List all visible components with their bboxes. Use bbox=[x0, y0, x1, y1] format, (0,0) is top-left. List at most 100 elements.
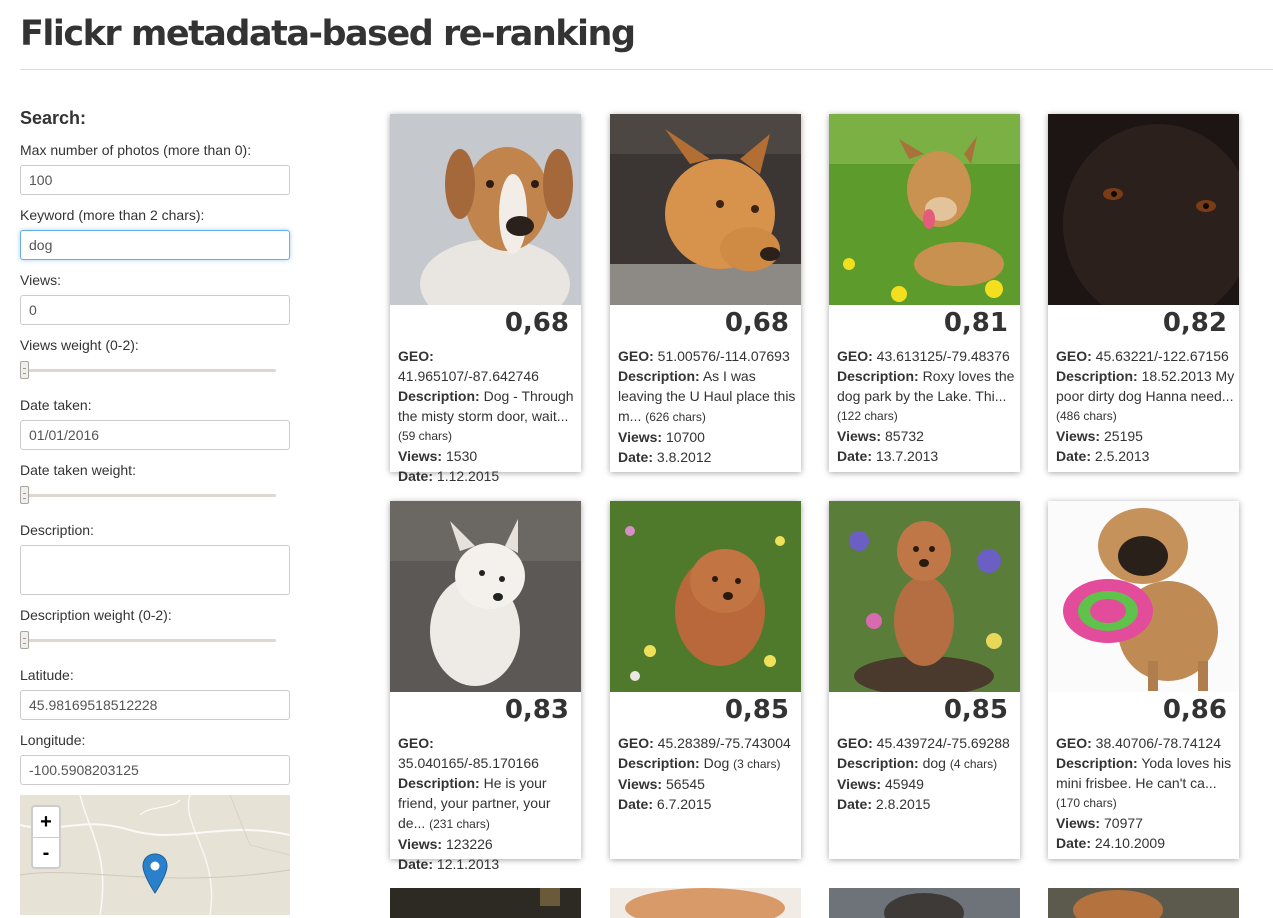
date-weight-slider[interactable] bbox=[20, 486, 276, 506]
description-textarea[interactable] bbox=[20, 545, 290, 595]
map-marker-icon[interactable] bbox=[142, 853, 168, 895]
date-taken-label: Date taken: bbox=[20, 397, 92, 413]
max-photos-label: Max number of photos (more than 0): bbox=[20, 142, 252, 158]
location-map[interactable]: + - bbox=[20, 795, 290, 915]
score: 0,85 bbox=[724, 695, 789, 725]
views-value: 85732 bbox=[885, 428, 924, 444]
dog-photo-partial bbox=[390, 888, 581, 918]
latitude-label: Latitude: bbox=[20, 667, 74, 683]
search-heading: Search: bbox=[20, 108, 87, 128]
white-terrier-photo bbox=[390, 501, 581, 692]
score: 0,83 bbox=[504, 695, 569, 725]
result-card[interactable]: 0,68 GEO: 51.00576/-114.07693 Descriptio… bbox=[610, 114, 801, 472]
longitude-input[interactable]: -100.5908203125 bbox=[20, 755, 290, 785]
result-card-peek[interactable] bbox=[1048, 888, 1239, 918]
card-info: GEO: 45.439724/-75.69288 Description: do… bbox=[837, 735, 1010, 812]
result-card[interactable]: 0,82 GEO: 45.63221/-122.67156 Descriptio… bbox=[1048, 114, 1239, 472]
card-info: GEO: 38.40706/-78.74124 Description: Yod… bbox=[1056, 733, 1236, 853]
zoom-out-button[interactable]: - bbox=[33, 838, 59, 868]
card-info: GEO: 51.00576/-114.07693 Description: As… bbox=[618, 348, 796, 465]
char-count: (626 chars) bbox=[645, 410, 706, 424]
views-value: 10700 bbox=[666, 429, 705, 445]
date-value: 2.5.2013 bbox=[1094, 448, 1150, 464]
views-value: 1530 bbox=[446, 448, 478, 464]
slider-track bbox=[20, 369, 276, 372]
date-weight-label: Date taken weight: bbox=[20, 462, 136, 478]
geo-value: 41.965107/-87.642746 bbox=[398, 368, 539, 384]
char-count: (59 chars) bbox=[398, 429, 453, 443]
result-card[interactable]: 0,68 GEO: 41.965107/-87.642746 Descripti… bbox=[390, 114, 581, 484]
result-card[interactable]: 0,85 GEO: 45.439724/-75.69288 Descriptio… bbox=[829, 501, 1020, 859]
views-input[interactable]: 0 bbox=[20, 295, 290, 325]
geo-value: 45.439724/-75.69288 bbox=[876, 735, 1010, 751]
char-count: (4 chars) bbox=[949, 757, 998, 771]
date-taken-input[interactable]: 01/01/2016 bbox=[20, 420, 290, 450]
result-card[interactable]: 0,83 GEO: 35.040165/-85.170166 Descripti… bbox=[390, 501, 581, 872]
keyword-label: Keyword (more than 2 chars): bbox=[20, 207, 205, 223]
result-card-peek[interactable] bbox=[390, 888, 581, 918]
views-value: 56545 bbox=[666, 776, 705, 792]
zoom-in-button[interactable]: + bbox=[33, 807, 59, 838]
max-photos-input[interactable]: 100 bbox=[20, 165, 290, 195]
date-value: 3.8.2012 bbox=[656, 449, 712, 465]
result-card[interactable]: 0,81 GEO: 43.613125/-79.48376 Descriptio… bbox=[829, 114, 1020, 472]
char-count: (486 chars) bbox=[1056, 409, 1117, 423]
latitude-input[interactable]: 45.98169518512228 bbox=[20, 690, 290, 720]
description-value: dog bbox=[922, 755, 946, 771]
views-value: 45949 bbox=[885, 776, 924, 792]
date-value: 2.8.2015 bbox=[875, 796, 931, 812]
result-card[interactable]: 0,85 GEO: 45.28389/-75.743004 Descriptio… bbox=[610, 501, 801, 859]
poodle-standing-photo bbox=[829, 501, 1020, 692]
views-value: 123226 bbox=[446, 836, 493, 852]
result-card[interactable]: 0,86 GEO: 38.40706/-78.74124 Description… bbox=[1048, 501, 1239, 859]
views-weight-slider[interactable] bbox=[20, 361, 276, 381]
slider-thumb[interactable] bbox=[20, 486, 29, 504]
score: 0,68 bbox=[724, 308, 789, 338]
slider-thumb[interactable] bbox=[20, 631, 29, 649]
black-dog-photo bbox=[1048, 114, 1239, 305]
card-info: GEO: 45.63221/-122.67156 Description: 18… bbox=[1056, 348, 1235, 464]
poodle-in-flowers-photo bbox=[610, 501, 801, 692]
longitude-label: Longitude: bbox=[20, 732, 86, 748]
pug-frisbee-photo bbox=[1048, 501, 1239, 692]
score: 0,68 bbox=[504, 308, 569, 338]
result-card-peek[interactable] bbox=[829, 888, 1020, 918]
score: 0,81 bbox=[943, 308, 1008, 338]
slider-track bbox=[20, 639, 276, 642]
geo-value: 45.28389/-75.743004 bbox=[657, 735, 791, 751]
date-value: 1.12.2015 bbox=[436, 468, 500, 484]
date-value: 13.7.2013 bbox=[875, 448, 939, 464]
geo-value: 35.040165/-85.170166 bbox=[398, 755, 539, 771]
date-value: 24.10.2009 bbox=[1094, 835, 1165, 851]
char-count: (3 chars) bbox=[733, 757, 781, 771]
char-count: (122 chars) bbox=[837, 409, 898, 423]
views-weight-label: Views weight (0-2): bbox=[20, 337, 139, 353]
date-value: 6.7.2015 bbox=[656, 796, 712, 812]
slider-thumb[interactable] bbox=[20, 361, 29, 379]
geo-value: 45.63221/-122.67156 bbox=[1095, 348, 1229, 364]
geo-value: 43.613125/-79.48376 bbox=[876, 348, 1010, 364]
description-label: Description: bbox=[20, 522, 94, 538]
keyword-input[interactable]: dog bbox=[20, 230, 290, 260]
card-info: GEO: 43.613125/-79.48376 Description: Ro… bbox=[837, 346, 1017, 466]
dog-photo-partial bbox=[1048, 888, 1239, 918]
dog-portrait-photo bbox=[390, 114, 581, 305]
char-count: (170 chars) bbox=[1056, 796, 1117, 810]
page-title: Flickr metadata-based re-ranking bbox=[20, 14, 636, 54]
views-label: Views: bbox=[20, 272, 61, 288]
dog-photo-partial bbox=[829, 888, 1020, 918]
card-info: GEO: 41.965107/-87.642746 Description: D… bbox=[398, 346, 578, 486]
description-value: Dog bbox=[703, 755, 730, 771]
dog-on-grass-photo bbox=[829, 114, 1020, 305]
result-card-peek[interactable] bbox=[610, 888, 801, 918]
views-value: 25195 bbox=[1104, 428, 1143, 444]
card-info: GEO: 35.040165/-85.170166 Description: H… bbox=[398, 735, 551, 872]
score: 0,86 bbox=[1162, 695, 1227, 725]
dog-in-car-photo bbox=[610, 114, 801, 305]
score: 0,82 bbox=[1162, 308, 1227, 338]
description-weight-slider[interactable] bbox=[20, 631, 276, 651]
map-zoom-control: + - bbox=[31, 805, 61, 869]
score: 0,85 bbox=[943, 695, 1008, 725]
date-value: 12.1.2013 bbox=[436, 856, 500, 872]
card-info: GEO: 45.28389/-75.743004 Description: Do… bbox=[618, 735, 791, 812]
